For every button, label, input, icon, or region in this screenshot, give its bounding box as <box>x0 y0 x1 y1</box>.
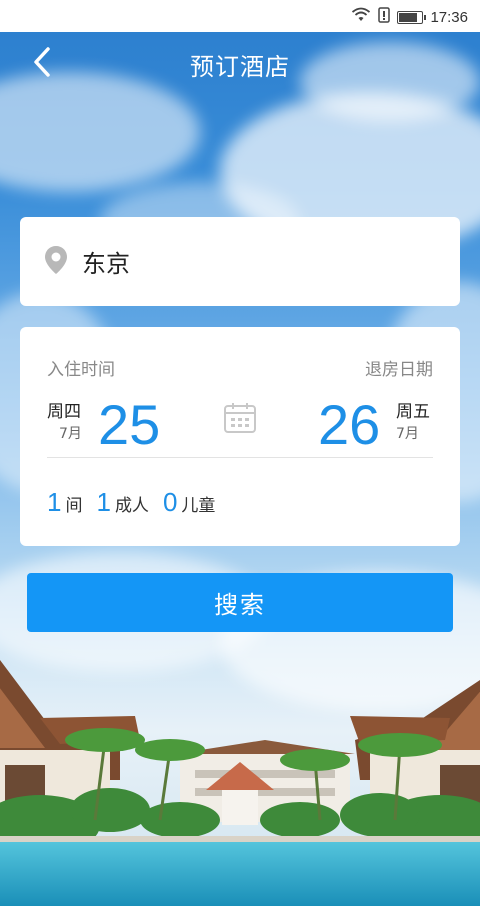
checkin-day: 25 <box>98 393 161 456</box>
battery-icon <box>397 10 427 24</box>
occupancy-selector[interactable]: 1 间 1 成人 0 儿童 <box>47 487 229 518</box>
adults-unit: 成人 <box>114 496 149 516</box>
resort-illustration <box>0 660 480 906</box>
checkout-weekday: 周五 <box>396 402 430 422</box>
calendar-icon[interactable] <box>223 401 257 439</box>
checkout-day: 26 <box>318 393 381 456</box>
booking-details-card: 入住时间 退房日期 周四 7月 25 26 周五 7月 1 间 1 成人 0 儿… <box>20 327 460 546</box>
status-time: 17:36 <box>430 8 468 26</box>
rooms-count: 1 <box>47 487 62 517</box>
page-title: 预订酒店 <box>190 53 290 81</box>
destination-field[interactable]: 东京 <box>20 217 460 306</box>
search-button[interactable]: 搜索 <box>27 573 453 632</box>
children-count: 0 <box>162 487 178 517</box>
adults-count: 1 <box>96 487 111 517</box>
status-bar: 17:36 <box>0 0 480 32</box>
children-unit: 儿童 <box>181 496 216 516</box>
checkin-weekday: 周四 <box>47 402 81 422</box>
rooms-unit: 间 <box>65 496 83 516</box>
wifi-icon <box>351 7 371 27</box>
destination-city: 东京 <box>82 250 130 278</box>
app-header: 预订酒店 <box>0 32 480 96</box>
checkout-label: 退房日期 <box>365 360 433 380</box>
checkin-month: 7月 <box>59 426 82 442</box>
alert-icon <box>378 7 391 27</box>
checkin-label: 入住时间 <box>47 360 115 380</box>
location-pin-icon <box>44 245 68 279</box>
divider <box>47 457 433 458</box>
checkout-month: 7月 <box>396 426 419 442</box>
